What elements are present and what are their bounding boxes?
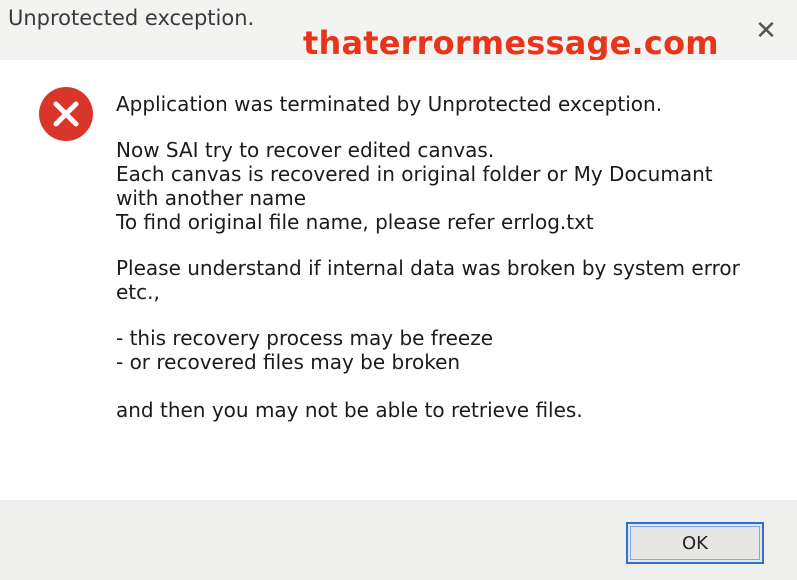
message-line: and then you may not be able to retrieve…	[116, 398, 583, 422]
message-heading: Application was terminated by Unprotecte…	[116, 92, 663, 116]
message-bullet: - or recovered files may be broken	[116, 350, 461, 374]
button-bar: OK	[0, 500, 797, 580]
title-bar: Unprotected exception. thaterrormessage.…	[0, 0, 797, 62]
close-button[interactable]: ✕	[753, 18, 779, 44]
window-title: Unprotected exception.	[8, 6, 255, 30]
message-line: Each canvas is recovered in original fol…	[116, 162, 713, 186]
close-icon: ✕	[755, 16, 777, 46]
message-line: Please understand if internal data was b…	[116, 256, 740, 280]
error-icon	[39, 87, 93, 141]
error-dialog: Unprotected exception. thaterrormessage.…	[0, 0, 797, 580]
message-line: Now SAI try to recover edited canvas.	[116, 138, 495, 162]
message-area: Application was terminated by Unprotecte…	[0, 60, 797, 500]
watermark: thaterrormessage.com	[303, 24, 719, 62]
error-message: Application was terminated by Unprotecte…	[116, 92, 756, 422]
message-bullet: - this recovery process may be freeze	[116, 326, 494, 350]
message-line: etc.,	[116, 280, 160, 304]
ok-button[interactable]: OK	[626, 522, 764, 564]
message-line: with another name	[116, 186, 307, 210]
message-line: To find original file name, please refer…	[116, 210, 594, 234]
